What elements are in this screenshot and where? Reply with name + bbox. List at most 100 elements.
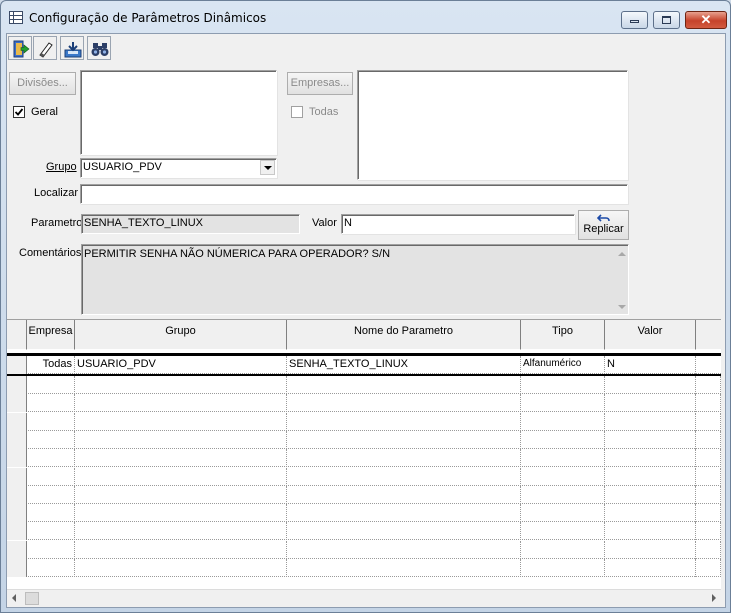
grid-cell[interactable]: [287, 485, 521, 504]
grid-cell[interactable]: [605, 449, 696, 468]
grid-cell[interactable]: [27, 394, 75, 413]
exit-button[interactable]: [8, 36, 32, 60]
grid-cell[interactable]: [75, 485, 287, 504]
grid-cell[interactable]: [696, 467, 721, 486]
grid-cell[interactable]: [287, 449, 521, 468]
grid-cell[interactable]: [605, 522, 696, 541]
row-indicator[interactable]: [7, 449, 27, 468]
row-indicator[interactable]: [7, 504, 27, 523]
row-indicator[interactable]: [7, 430, 27, 449]
cell-tipo[interactable]: Alfanumérico: [521, 356, 605, 374]
grid-cell[interactable]: [521, 485, 605, 504]
column-header-valor[interactable]: Valor: [605, 320, 696, 350]
grid-cell[interactable]: [287, 540, 521, 559]
grid-cell[interactable]: [287, 467, 521, 486]
grid-cell[interactable]: [696, 430, 721, 449]
todas-checkbox[interactable]: [291, 106, 303, 118]
grid-cell[interactable]: [521, 449, 605, 468]
grid-cell[interactable]: [696, 412, 721, 431]
grid-cell[interactable]: [521, 467, 605, 486]
eraser-button[interactable]: [33, 36, 57, 60]
scroll-thumb[interactable]: [25, 592, 39, 605]
grid-cell[interactable]: [75, 504, 287, 523]
cell-grupo[interactable]: USUARIO_PDV: [75, 356, 287, 374]
row-indicator[interactable]: [7, 394, 27, 413]
grid-cell[interactable]: [27, 449, 75, 468]
chevron-down-icon[interactable]: [260, 160, 275, 175]
grid-cell[interactable]: [521, 430, 605, 449]
table-row[interactable]: [7, 430, 721, 449]
grid-cell[interactable]: [287, 412, 521, 431]
grupo-select[interactable]: USUARIO_PDV: [80, 158, 277, 178]
row-indicator[interactable]: [7, 485, 27, 504]
grid-cell[interactable]: [696, 376, 721, 394]
empresas-list[interactable]: [357, 70, 628, 180]
grid-cell[interactable]: [75, 540, 287, 559]
table-row[interactable]: [7, 394, 721, 413]
grid-cell[interactable]: [75, 430, 287, 449]
grid-cell[interactable]: [27, 376, 75, 394]
comentarios-textarea[interactable]: PERMITIR SENHA NÃO NÚMERICA PARA OPERADO…: [81, 244, 629, 315]
grid-cell[interactable]: [605, 394, 696, 413]
row-indicator[interactable]: [7, 376, 27, 394]
row-indicator[interactable]: [7, 559, 27, 577]
grid-cell[interactable]: [75, 559, 287, 577]
table-row[interactable]: Todas USUARIO_PDV SENHA_TEXTO_LINUX Alfa…: [7, 356, 721, 374]
grid-cell[interactable]: [605, 430, 696, 449]
grid-cell[interactable]: [27, 430, 75, 449]
table-row[interactable]: [7, 522, 721, 541]
grid-cell[interactable]: [605, 485, 696, 504]
close-button[interactable]: ✕: [685, 11, 727, 29]
parametros-grid[interactable]: Empresa Grupo Nome do Parametro Tipo Val…: [7, 319, 721, 589]
scroll-right-icon[interactable]: [712, 594, 716, 602]
grid-cell[interactable]: [75, 449, 287, 468]
grid-cell[interactable]: [27, 522, 75, 541]
minimize-button[interactable]: [621, 11, 648, 29]
grid-cell[interactable]: [75, 467, 287, 486]
grid-cell[interactable]: [287, 376, 521, 394]
search-button[interactable]: [87, 36, 111, 60]
geral-checkbox[interactable]: [13, 106, 25, 118]
grid-cell[interactable]: [521, 412, 605, 431]
grid-cell[interactable]: [696, 449, 721, 468]
grid-cell[interactable]: [287, 522, 521, 541]
table-row[interactable]: [7, 467, 721, 486]
table-row[interactable]: [7, 412, 721, 431]
table-row[interactable]: [7, 559, 721, 577]
grid-cell[interactable]: [521, 376, 605, 394]
grid-cell[interactable]: [696, 485, 721, 504]
empresas-button[interactable]: Empresas...: [287, 72, 353, 95]
grid-cell[interactable]: [27, 559, 75, 577]
maximize-button[interactable]: [653, 11, 680, 29]
save-button[interactable]: [60, 36, 84, 60]
grid-cell[interactable]: [605, 559, 696, 577]
grid-cell[interactable]: [605, 376, 696, 394]
column-header-nome[interactable]: Nome do Parametro: [287, 320, 521, 350]
grid-cell[interactable]: [287, 394, 521, 413]
grid-cell[interactable]: [287, 504, 521, 523]
row-indicator[interactable]: [7, 467, 27, 486]
scroll-down-icon[interactable]: [618, 305, 626, 309]
column-header-grupo[interactable]: Grupo: [75, 320, 287, 350]
grid-cell[interactable]: [27, 504, 75, 523]
scroll-up-icon[interactable]: [618, 252, 626, 256]
divisoes-button[interactable]: Divisões...: [9, 72, 76, 95]
row-indicator[interactable]: [7, 540, 27, 559]
cell-nome[interactable]: SENHA_TEXTO_LINUX: [287, 356, 521, 374]
grid-cell[interactable]: [27, 485, 75, 504]
column-header-tipo[interactable]: Tipo: [521, 320, 605, 350]
title-bar[interactable]: Configuração de Parâmetros Dinâmicos ✕: [1, 1, 730, 33]
grid-cell[interactable]: [521, 559, 605, 577]
horizontal-scrollbar[interactable]: [7, 589, 721, 606]
row-indicator[interactable]: [7, 412, 27, 431]
grid-cell[interactable]: [287, 430, 521, 449]
grid-cell[interactable]: [75, 376, 287, 394]
grid-cell[interactable]: [605, 467, 696, 486]
cell-valor[interactable]: N: [605, 356, 696, 374]
grid-cell[interactable]: [287, 559, 521, 577]
grid-cell[interactable]: [75, 522, 287, 541]
column-header-empresa[interactable]: Empresa: [27, 320, 75, 350]
grid-cell[interactable]: [521, 394, 605, 413]
grid-cell[interactable]: [696, 559, 721, 577]
grid-cell[interactable]: [75, 412, 287, 431]
